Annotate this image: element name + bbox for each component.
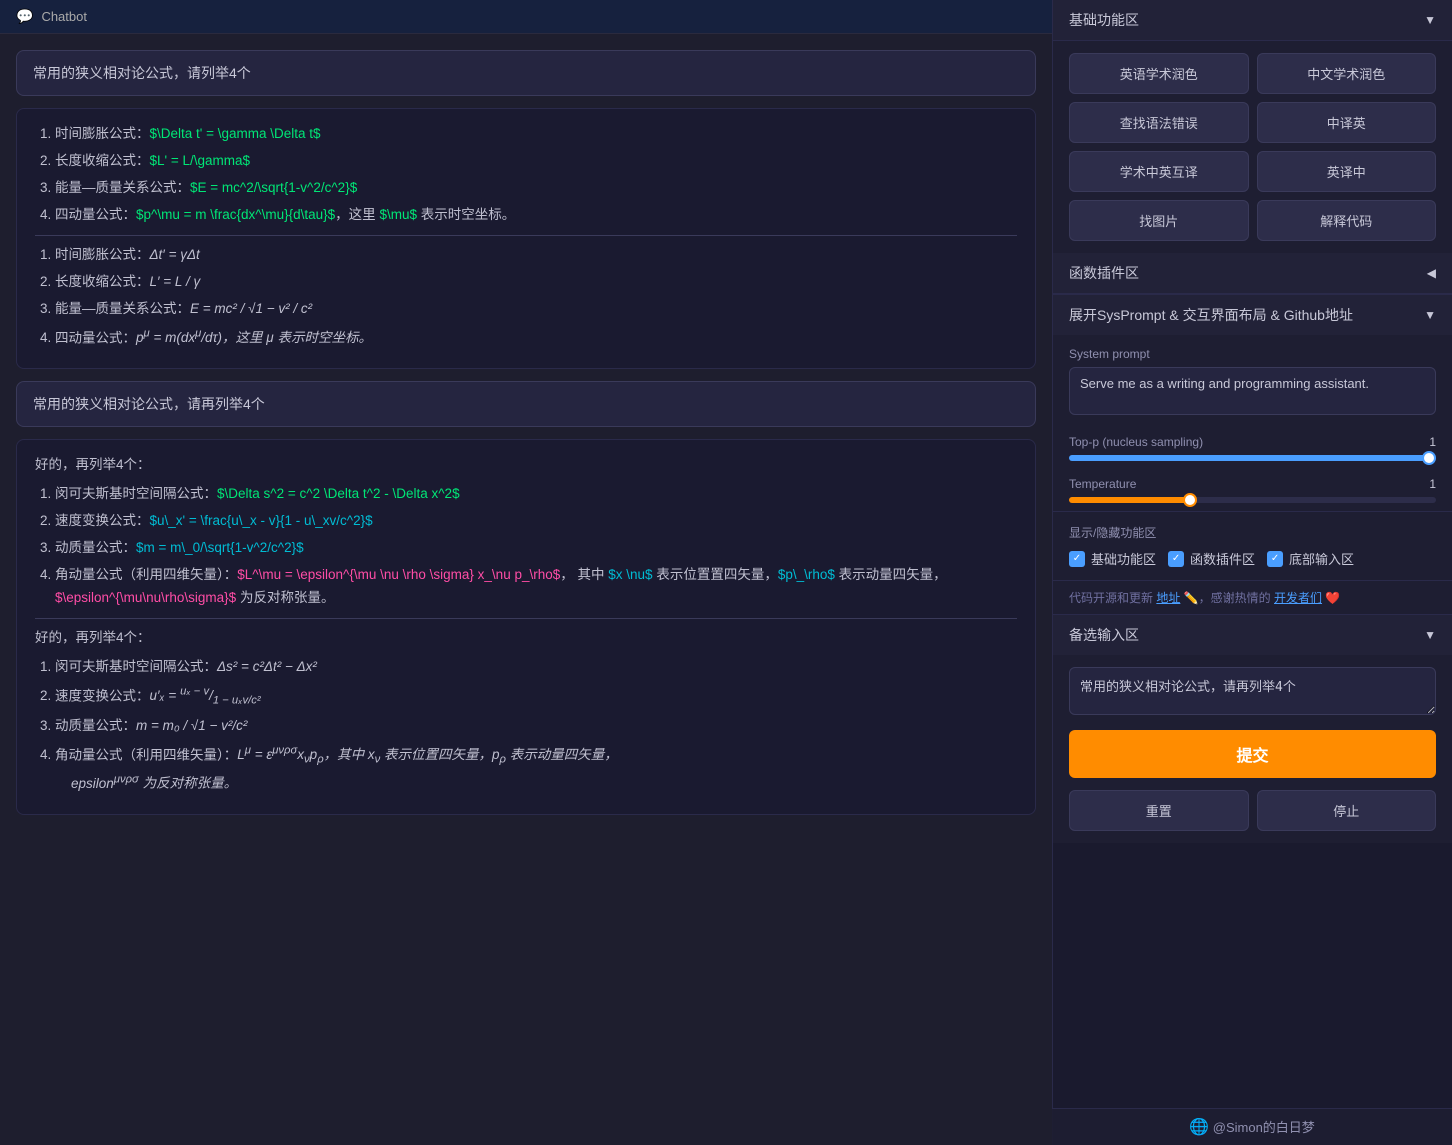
visibility-section: 显示/隐藏功能区 ✓ 基础功能区 ✓ 函数插件区 ✓ 底部输入区 <box>1053 511 1452 580</box>
top-p-value: 1 <box>1429 435 1436 449</box>
checkbox-plugin[interactable]: ✓ 函数插件区 <box>1168 549 1255 568</box>
checkbox-plugin-label: 函数插件区 <box>1190 549 1255 568</box>
plugin-section-arrow[interactable]: ◀ <box>1427 266 1436 280</box>
stop-button[interactable]: 停止 <box>1257 790 1437 831</box>
footer-text-before: 代码开源和更新 <box>1069 591 1153 605</box>
list-item: 闵可夫斯基时空间隔公式：Δs² = c²Δt² − Δx² <box>55 656 1017 679</box>
visibility-label: 显示/隐藏功能区 <box>1069 524 1436 541</box>
list-item: 角动量公式（利用四维矢量）：$L^\mu = \epsilon^{\mu \nu… <box>55 564 1017 610</box>
system-prompt-label: System prompt <box>1069 347 1436 361</box>
basic-section-header: 基础功能区 ▼ <box>1053 0 1452 41</box>
system-prompt-box[interactable]: Serve me as a writing and programming as… <box>1069 367 1436 415</box>
system-prompt-area: System prompt Serve me as a writing and … <box>1053 335 1452 427</box>
assistant-message-1: 时间膨胀公式：$\Delta t' = \gamma \Delta t$ 长度收… <box>16 108 1036 369</box>
temperature-slider[interactable] <box>1069 497 1436 503</box>
submit-button[interactable]: 提交 <box>1069 730 1436 778</box>
list-item: 动质量公式：$m = m\_0/\sqrt{1-v^2/c^2}$ <box>55 537 1017 560</box>
basic-section-arrow[interactable]: ▼ <box>1424 13 1436 27</box>
chatbot-icon: 💬 <box>16 8 33 25</box>
list-item: 角动量公式（利用四维矢量）：Lμ = εμνρσxνpρ，其中 xν 表示位置四… <box>55 742 1017 796</box>
user-message-1: 常用的狭义相对论公式，请列举4个 <box>16 50 1036 96</box>
backup-header: 备选输入区 ▼ <box>1053 615 1452 655</box>
temperature-value: 1 <box>1429 477 1436 491</box>
btn-en-to-zh[interactable]: 英译中 <box>1257 151 1437 192</box>
btn-academic-translate[interactable]: 学术中英互译 <box>1069 151 1249 192</box>
chat-container: 常用的狭义相对论公式，请列举4个 时间膨胀公式：$\Delta t' = \ga… <box>0 34 1052 1145</box>
backup-input[interactable]: 常用的狭义相对论公式，请再列举4个 <box>1069 667 1436 715</box>
btn-find-image[interactable]: 找图片 <box>1069 200 1249 241</box>
right-panel: 基础功能区 ▼ 英语学术润色 中文学术润色 查找语法错误 中译英 学术中英互译 … <box>1052 0 1452 1145</box>
expand-section: 展开SysPrompt & 交互界面布局 & Github地址 ▼ System… <box>1053 294 1452 614</box>
temperature-row: Temperature 1 <box>1053 469 1452 511</box>
top-p-fill <box>1069 455 1436 461</box>
title-bar: 💬 Chatbot <box>0 0 1052 34</box>
bottom-buttons: 重置 停止 <box>1053 790 1452 843</box>
heart-icon: ❤️ <box>1325 591 1340 605</box>
expand-arrow: ▼ <box>1424 308 1436 322</box>
footer-links: 代码开源和更新 地址 ✏️，感谢热情的 开发者们 ❤️ <box>1053 580 1452 614</box>
chat-panel: 💬 Chatbot 常用的狭义相对论公式，请列举4个 时间膨胀公式：$\Delt… <box>0 0 1052 1145</box>
backup-arrow[interactable]: ▼ <box>1424 628 1436 642</box>
temperature-thumb <box>1183 493 1197 507</box>
checkbox-bottom[interactable]: ✓ 底部输入区 <box>1267 549 1354 568</box>
backup-section: 备选输入区 ▼ 常用的狭义相对论公式，请再列举4个 提交 重置 停止 <box>1053 614 1452 843</box>
checkbox-basic-icon: ✓ <box>1069 551 1085 567</box>
list-item: 闵可夫斯基时空间隔公式：$\Delta s^2 = c^2 \Delta t^2… <box>55 483 1017 506</box>
btn-chinese-polish[interactable]: 中文学术润色 <box>1257 53 1437 94</box>
checkbox-plugin-icon: ✓ <box>1168 551 1184 567</box>
assistant-message-2: 好的，再列举4个： 闵可夫斯基时空间隔公式：$\Delta s^2 = c^2 … <box>16 439 1036 815</box>
btn-grammar-check[interactable]: 查找语法错误 <box>1069 102 1249 143</box>
basic-button-grid: 英语学术润色 中文学术润色 查找语法错误 中译英 学术中英互译 英译中 找图片 … <box>1053 41 1452 253</box>
top-p-slider[interactable] <box>1069 455 1436 461</box>
top-p-label: Top-p (nucleus sampling) <box>1069 435 1203 449</box>
checkbox-bottom-label: 底部输入区 <box>1289 549 1354 568</box>
checkbox-row: ✓ 基础功能区 ✓ 函数插件区 ✓ 底部输入区 <box>1069 549 1436 568</box>
top-p-thumb <box>1422 451 1436 465</box>
list-item: 长度收缩公式：$L' = L/\gamma$ <box>55 150 1017 173</box>
basic-section-label: 基础功能区 <box>1069 10 1139 30</box>
btn-explain-code[interactable]: 解释代码 <box>1257 200 1437 241</box>
temperature-label: Temperature <box>1069 477 1136 491</box>
backup-section-label: 备选输入区 <box>1069 625 1139 645</box>
plugin-section-header: 函数插件区 ◀ <box>1053 253 1452 294</box>
reset-button[interactable]: 重置 <box>1069 790 1249 831</box>
list-item: 能量—质量关系公式：$E = mc^2/\sqrt{1-v^2/c^2}$ <box>55 177 1017 200</box>
user-message-2: 常用的狭义相对论公式，请再列举4个 <box>16 381 1036 427</box>
footer-link2[interactable]: 开发者们 <box>1274 591 1322 605</box>
watermark-text: @Simon的白日梦 <box>1213 1120 1315 1135</box>
btn-zh-to-en[interactable]: 中译英 <box>1257 102 1437 143</box>
btn-english-polish[interactable]: 英语学术润色 <box>1069 53 1249 94</box>
list-item: 能量—质量关系公式：E = mc² / √1 − v² / c² <box>55 298 1017 321</box>
temperature-fill <box>1069 497 1190 503</box>
plugin-section-label: 函数插件区 <box>1069 263 1139 283</box>
list-item: 四动量公式：$p^\mu = m \frac{dx^\mu}{d\tau}$，这… <box>55 204 1017 227</box>
expand-label: 展开SysPrompt & 交互界面布局 & Github地址 <box>1069 305 1353 325</box>
footer-text-after: ✏️，感谢热情的 <box>1184 591 1271 605</box>
checkbox-basic-label: 基础功能区 <box>1091 549 1156 568</box>
watermark: 🌐 @Simon的白日梦 <box>1052 1108 1452 1145</box>
weibo-icon: 🌐 <box>1189 1119 1209 1136</box>
top-p-row: Top-p (nucleus sampling) 1 <box>1053 427 1452 469</box>
footer-link[interactable]: 地址 <box>1156 591 1180 605</box>
app-title: Chatbot <box>41 9 87 24</box>
expand-header[interactable]: 展开SysPrompt & 交互界面布局 & Github地址 ▼ <box>1053 295 1452 335</box>
checkbox-bottom-icon: ✓ <box>1267 551 1283 567</box>
list-item: 时间膨胀公式：$\Delta t' = \gamma \Delta t$ <box>55 123 1017 146</box>
list-item: 速度变换公式：u′ₓ = uₓ − v/1 − uₓv/c² <box>55 683 1017 711</box>
list-item: 动质量公式：m = m₀ / √1 − v²/c² <box>55 715 1017 738</box>
checkbox-basic[interactable]: ✓ 基础功能区 <box>1069 549 1156 568</box>
list-item: 长度收缩公式：L′ = L / γ <box>55 271 1017 294</box>
list-item: 时间膨胀公式：Δt′ = γΔt <box>55 244 1017 267</box>
list-item: 四动量公式：pμ = m(dxμ/dτ)，这里 μ 表示时空坐标。 <box>55 325 1017 350</box>
list-item: 速度变换公式：$u\_x' = \frac{u\_x - v}{1 - u\_x… <box>55 510 1017 533</box>
